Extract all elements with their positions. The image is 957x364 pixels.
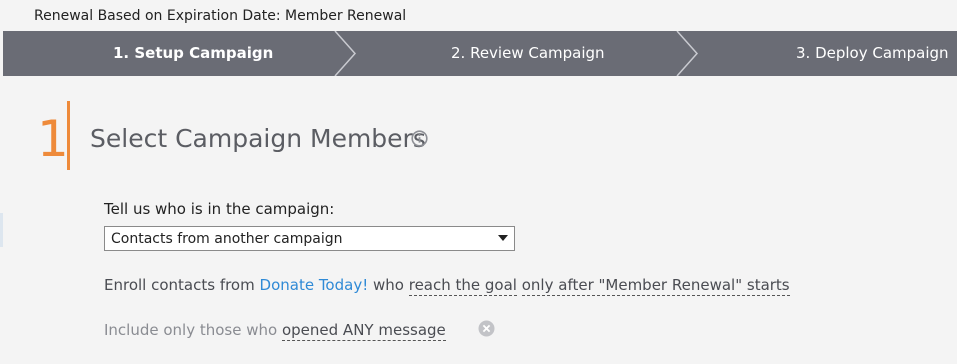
section-title: Select Campaign Members <box>90 124 426 153</box>
include-filter-dropdown[interactable]: opened ANY message <box>281 321 446 341</box>
include-filter-rule: Include only those who opened ANY messag… <box>104 321 446 341</box>
enroll-rule: Enroll contacts from Donate Today! who r… <box>104 276 790 296</box>
page: Renewal Based on Expiration Date: Member… <box>0 0 957 364</box>
caret-down-icon <box>498 235 508 241</box>
side-handle <box>0 213 3 247</box>
wizard-step-setup[interactable]: 1. Setup Campaign <box>113 31 273 76</box>
section-divider <box>67 101 70 170</box>
page-title: Renewal Based on Expiration Date: Member… <box>34 8 407 24</box>
chevron-right-icon <box>334 31 357 76</box>
include-prefix: Include only those who <box>104 321 278 339</box>
enroll-who: who <box>373 276 404 294</box>
info-icon[interactable] <box>411 130 428 147</box>
wizard-steps-bar: 1. Setup Campaign 2. Review Campaign 3. … <box>3 31 957 76</box>
condition-dropdown[interactable]: reach the goal <box>408 276 517 296</box>
source-campaign-link[interactable]: Donate Today! <box>260 276 369 294</box>
chevron-right-icon <box>676 31 699 76</box>
timing-dropdown[interactable]: only after "Member Renewal" starts <box>521 276 790 296</box>
close-circle-icon[interactable] <box>478 320 495 337</box>
section-number: 1 <box>37 110 69 168</box>
wizard-step-deploy[interactable]: 3. Deploy Campaign <box>796 31 949 76</box>
wizard-step-review[interactable]: 2. Review Campaign <box>451 31 605 76</box>
member-source-value: Contacts from another campaign <box>111 231 343 247</box>
enroll-prefix: Enroll contacts from <box>104 276 255 294</box>
member-source-select[interactable]: Contacts from another campaign <box>104 226 515 251</box>
campaign-members-label: Tell us who is in the campaign: <box>104 200 335 218</box>
